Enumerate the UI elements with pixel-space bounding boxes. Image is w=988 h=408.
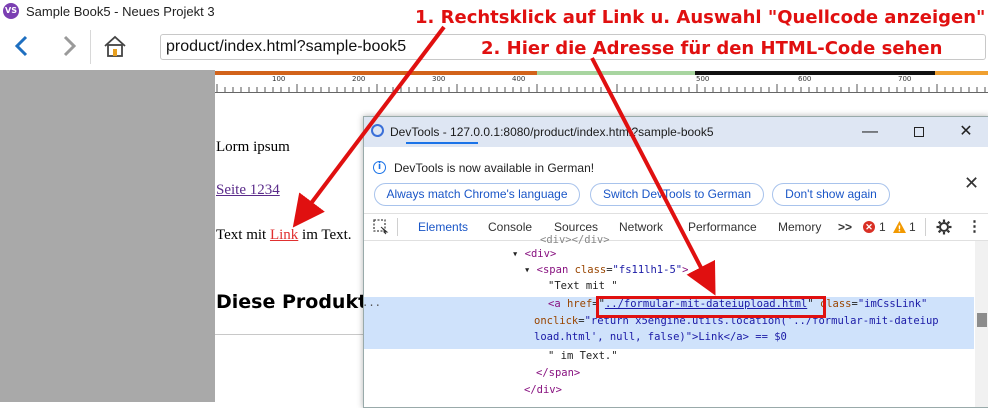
dont-show-again-button[interactable]: Don't show again bbox=[772, 183, 890, 206]
toolbar-divider bbox=[90, 30, 91, 64]
tab-divider bbox=[925, 218, 926, 236]
expand-arrow-icon[interactable]: ▾ bbox=[512, 248, 518, 260]
tab-network[interactable]: Network bbox=[619, 220, 663, 234]
code-text-node[interactable]: " im Text." bbox=[548, 350, 618, 362]
switch-to-german-button[interactable]: Switch DevTools to German bbox=[590, 183, 764, 206]
infobar-close-icon[interactable]: ✕ bbox=[964, 173, 979, 194]
chevron-right-icon bbox=[63, 35, 77, 57]
error-count[interactable]: 1 bbox=[879, 220, 886, 234]
maximize-button[interactable] bbox=[909, 122, 929, 142]
info-text: DevTools is now available in German! bbox=[394, 161, 595, 175]
ruler-label: 700 bbox=[898, 75, 912, 83]
page-heading: Diese Produkt bbox=[216, 291, 368, 313]
more-tabs-button[interactable]: >> bbox=[838, 220, 852, 234]
span-class-value: "fs11lh1-5" bbox=[612, 264, 683, 276]
ruler-label: 500 bbox=[696, 75, 710, 83]
devtools-tabbar: Elements Console Sources Network Perform… bbox=[364, 213, 988, 241]
ruler-ticks bbox=[216, 84, 986, 92]
page-link-link[interactable]: Link bbox=[270, 227, 298, 243]
tab-memory[interactable]: Memory bbox=[778, 220, 821, 234]
info-icon: i bbox=[373, 161, 386, 174]
minimize-icon: — bbox=[862, 123, 878, 140]
ruler-label: 400 bbox=[512, 75, 526, 83]
page-text-before: Text mit bbox=[216, 227, 270, 243]
span-tag-name: span bbox=[542, 264, 569, 276]
home-icon bbox=[104, 35, 126, 57]
div-tag-name: div bbox=[530, 248, 550, 260]
forward-button[interactable] bbox=[55, 32, 83, 60]
close-icon: ✕ bbox=[959, 123, 973, 140]
maximize-icon bbox=[914, 126, 924, 137]
devtools-window: DevTools - 127.0.0.1:8080/product/index.… bbox=[363, 116, 988, 408]
ruler-label: 600 bbox=[798, 75, 812, 83]
active-tab-indicator bbox=[406, 142, 478, 144]
annotation-highlight-box bbox=[596, 296, 826, 318]
class-value: "imCssLink" bbox=[857, 298, 928, 310]
annotation-step-1: 1. Rechtsklick auf Link u. Auswahl "Quel… bbox=[415, 7, 986, 28]
expand-arrow-icon[interactable]: ▾ bbox=[524, 264, 530, 276]
code-line-div-open[interactable]: ▾ <div> bbox=[512, 248, 556, 260]
code-line-span-open[interactable]: ▾ <span class="fs11lh1-5"> bbox=[524, 264, 688, 276]
tab-sources[interactable]: Sources bbox=[554, 220, 598, 234]
page-divider bbox=[215, 334, 365, 335]
code-line-div-close[interactable]: </div> bbox=[524, 384, 562, 396]
code-text-node[interactable]: "Text mit " bbox=[548, 280, 618, 292]
code-line-truncated[interactable]: <div></div> bbox=[540, 234, 610, 246]
svg-text:!: ! bbox=[898, 225, 902, 234]
inspect-element-icon[interactable] bbox=[373, 219, 389, 235]
chevron-left-icon bbox=[14, 35, 28, 57]
always-match-language-button[interactable]: Always match Chrome's language bbox=[374, 183, 580, 206]
app-title: Sample Book5 - Neues Projekt 3 bbox=[26, 4, 215, 19]
node-dots-icon[interactable]: ... bbox=[364, 297, 381, 309]
scrollbar-thumb[interactable] bbox=[977, 313, 987, 327]
onclick-value-part2: load.html', null, false)">Link</a> == $0 bbox=[534, 331, 787, 343]
ruler-label: 100 bbox=[272, 75, 286, 83]
devtools-title: DevTools - 127.0.0.1:8080/product/index.… bbox=[390, 125, 714, 139]
ruler: 100 200 300 400 500 600 700 bbox=[215, 75, 988, 93]
tab-performance[interactable]: Performance bbox=[688, 220, 757, 234]
tab-elements[interactable]: Elements bbox=[418, 220, 468, 234]
tab-console[interactable]: Console bbox=[488, 220, 532, 234]
page-text-line: Text mit Link im Text. bbox=[216, 227, 352, 244]
more-options-icon[interactable]: ⋮ bbox=[967, 217, 982, 235]
onclick-attr: onclick bbox=[534, 315, 579, 327]
a-tag-name: a bbox=[554, 298, 561, 310]
minimize-button[interactable]: — bbox=[860, 122, 880, 142]
devtools-icon bbox=[371, 124, 384, 137]
code-line-onclick-cont[interactable]: load.html', null, false)">Link</a> == $0 bbox=[534, 331, 787, 343]
page-text-lorem: Lorm ipsum bbox=[216, 139, 290, 155]
elements-panel: <div></div> ▾ <div> ▾ <span class="fs11l… bbox=[364, 234, 988, 407]
page-link-seite[interactable]: Seite 1234 bbox=[216, 182, 280, 199]
ruler-label: 300 bbox=[432, 75, 446, 83]
app-logo-icon: VS bbox=[3, 3, 19, 19]
error-icon[interactable]: ✕ bbox=[863, 221, 875, 233]
editor-margin bbox=[0, 70, 215, 402]
href-attr: href bbox=[566, 298, 593, 310]
ruler-label: 200 bbox=[352, 75, 366, 83]
annotation-step-2: 2. Hier die Adresse für den HTML-Code se… bbox=[481, 38, 943, 59]
warning-icon[interactable]: ! bbox=[893, 221, 906, 233]
close-button[interactable]: ✕ bbox=[956, 122, 976, 142]
page-text-after: im Text. bbox=[298, 227, 352, 243]
code-line-span-close[interactable]: </span> bbox=[536, 367, 580, 379]
back-button[interactable] bbox=[8, 32, 36, 60]
span-class-attr: class bbox=[574, 264, 607, 276]
home-button[interactable] bbox=[101, 32, 129, 60]
devtools-infobar: i DevTools is now available in German! A… bbox=[364, 147, 988, 213]
settings-gear-icon[interactable] bbox=[936, 219, 952, 235]
warning-count[interactable]: 1 bbox=[909, 220, 916, 234]
tab-divider bbox=[397, 218, 398, 236]
